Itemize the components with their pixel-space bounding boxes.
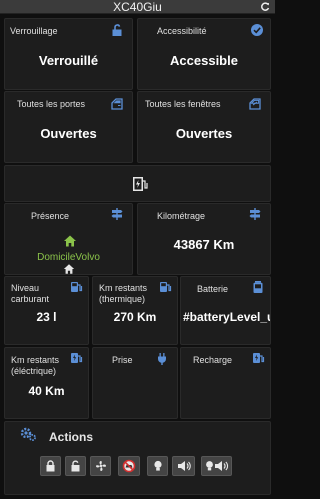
ev-station-icon [131,175,149,193]
app-header: XC40Giu [0,0,275,14]
lock-button[interactable] [40,456,61,476]
tile-plug[interactable]: Prise [92,347,178,419]
accessibility-value: Accessible [170,53,238,68]
unlock-icon [71,460,80,472]
tile-label: Accessibilité [157,26,207,36]
fan-button[interactable] [90,456,111,476]
light-horn-icon [205,461,228,471]
unlock-button[interactable] [65,456,86,476]
no-car-icon [122,459,136,473]
car-window-icon [248,97,262,111]
check-circle-icon [250,23,264,37]
lock-icon [46,460,55,472]
horn-icon [177,461,191,471]
page-title: XC40Giu [113,0,162,14]
tile-lock[interactable]: Verrouillage Verrouillé [4,18,133,90]
ev-station-icon [251,351,265,365]
range-thermal-value: 270 Km [113,310,157,324]
tile-doors[interactable]: Toutes les portes Ouvertes [4,91,133,163]
light-icon [153,460,162,471]
windows-value: Ouvertes [175,126,233,141]
horn-button[interactable] [172,456,195,476]
tile-presence[interactable]: Présence DomicileVolvo [4,203,133,275]
signpost-icon [110,207,124,221]
tile-label: Km restants (thermique) [99,283,148,304]
tile-label: Prise [112,355,133,365]
gears-icon [19,425,37,443]
battery-icon [251,280,265,294]
unlock-icon [110,23,124,37]
mileage-value: 43867 Km [173,237,235,252]
no-car-button[interactable] [118,456,140,476]
refresh-icon[interactable] [259,0,271,14]
tile-label: Km restants (éléctrique) [11,355,60,376]
home-icon [63,234,77,248]
light-button[interactable] [147,456,168,476]
tile-mileage[interactable]: Kilométrage 43867 Km [137,203,271,275]
light-horn-button[interactable] [201,456,232,476]
fan-icon [95,461,106,471]
tile-recharge[interactable]: Recharge [180,347,271,419]
tile-charging-station[interactable] [4,165,271,202]
tile-windows[interactable]: Toutes les fenêtres Ouvertes [137,91,271,163]
lock-value: Verrouillé [38,53,99,68]
tile-label: Recharge [193,355,233,365]
tile-label: Kilométrage [157,211,206,221]
ev-station-icon [69,351,83,365]
tile-fuel[interactable]: Niveau carburant 23 l [4,276,89,345]
home-icon [63,263,75,275]
battery-value: #batteryLevel_u [183,310,271,324]
gas-pump-icon [69,280,83,294]
car-door-icon [110,97,124,111]
tile-label: Présence [31,211,70,221]
tile-label: Toutes les portes [17,99,86,109]
presence-place: DomicileVolvo [37,252,100,263]
doors-value: Ouvertes [40,126,97,141]
range-electric-value: 40 Km [28,384,65,398]
tile-label: Toutes les fenêtres [145,99,221,109]
tile-range-electric[interactable]: Km restants (éléctrique) 40 Km [4,347,89,419]
signpost-icon [248,207,262,221]
plug-icon [155,352,169,366]
tile-range-thermal[interactable]: Km restants (thermique) 270 Km [92,276,178,345]
fuel-value: 23 l [36,310,57,324]
tile-battery[interactable]: Batterie #batteryLevel_u [180,276,271,345]
tile-accessibility[interactable]: Accessibilité Accessible [137,18,271,90]
tile-label: Batterie [197,284,229,294]
actions-title: Actions [49,430,94,444]
gas-pump-icon [158,280,172,294]
tile-label: Verrouillage [10,26,58,36]
tile-label: Niveau carburant [11,283,50,304]
